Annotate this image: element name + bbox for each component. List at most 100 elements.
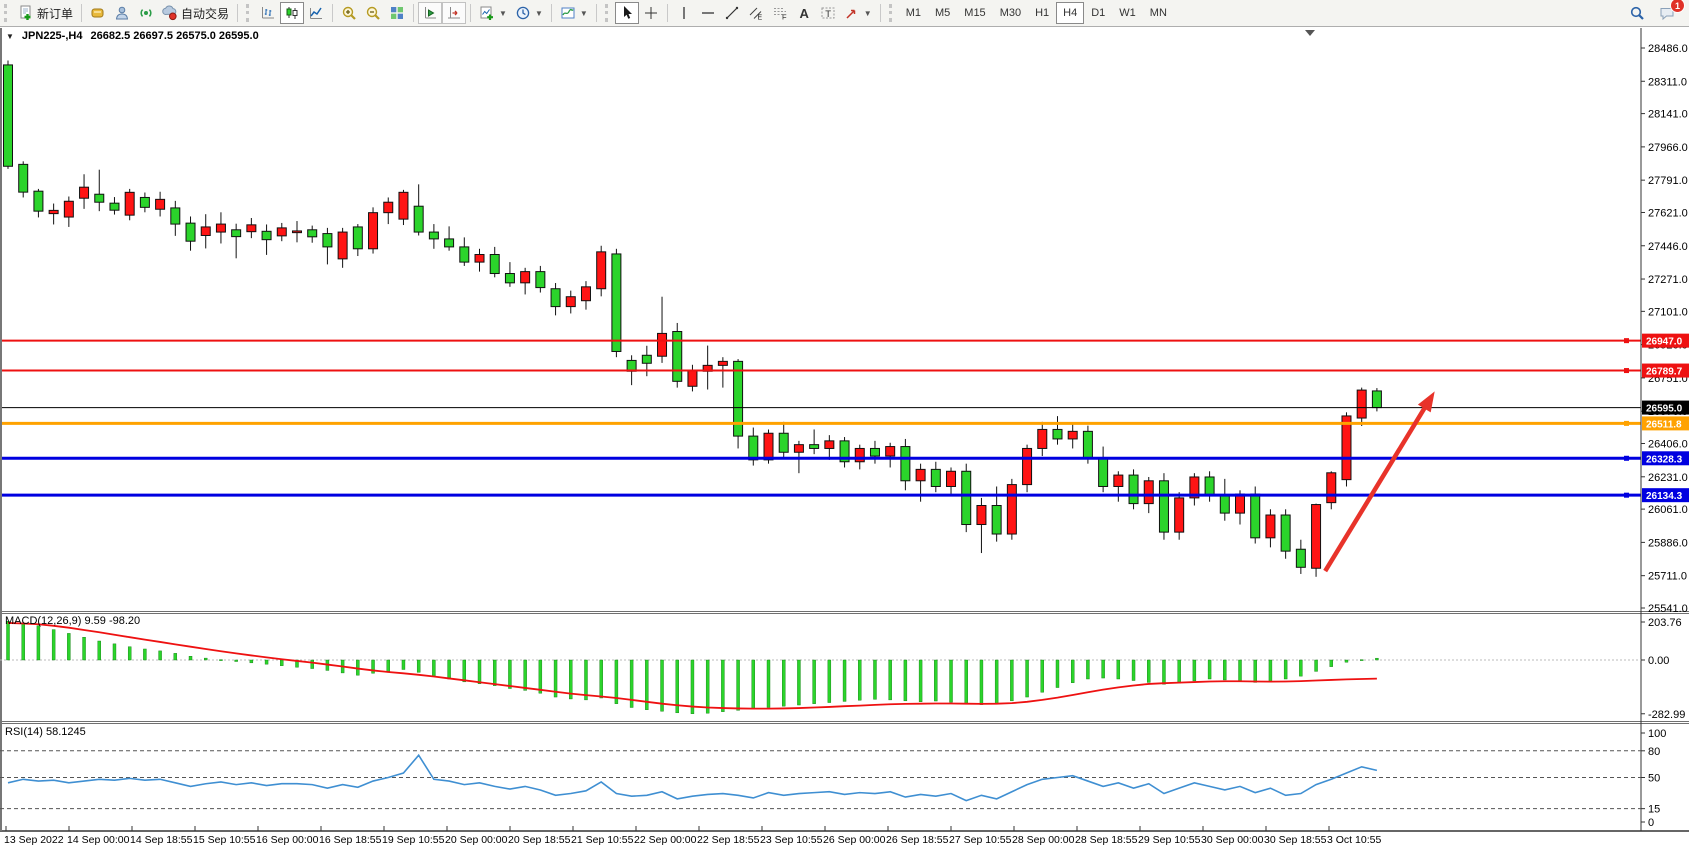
crosshair-button[interactable]: [639, 2, 663, 24]
candle: [688, 370, 697, 386]
chevron-down-icon[interactable]: ▼: [535, 9, 543, 18]
timeframe-m5-button[interactable]: M5: [928, 2, 957, 24]
profile-button[interactable]: [110, 2, 134, 24]
timeframe-m15-button[interactable]: M15: [957, 2, 992, 24]
time-tick: 26 Sep 00:00: [823, 834, 886, 846]
timeframe-m30-button[interactable]: M30: [993, 2, 1028, 24]
timeframe-h4-button[interactable]: H4: [1056, 2, 1084, 24]
candle: [34, 191, 43, 211]
candle: [825, 441, 834, 449]
zoom-in-button[interactable]: [337, 2, 361, 24]
line-chart-button[interactable]: [304, 2, 328, 24]
trendline-button[interactable]: [720, 2, 744, 24]
rsi-tick: 80: [1648, 746, 1660, 758]
indicators-button[interactable]: ▼: [556, 2, 592, 24]
bar-chart-button[interactable]: [256, 2, 280, 24]
price-tick: 27966.0: [1648, 142, 1688, 154]
candle: [171, 208, 180, 224]
cursor-button[interactable]: [615, 2, 639, 24]
hline-handle[interactable]: [1624, 493, 1629, 498]
toolbar-right-group: 1: [1625, 2, 1689, 24]
time-tick: 16 Sep 00:00: [256, 834, 319, 846]
candle: [521, 272, 530, 283]
candle: [673, 332, 682, 382]
chevron-down-icon[interactable]: ▼: [864, 9, 872, 18]
hline-handle[interactable]: [1624, 421, 1629, 426]
search-button[interactable]: [1625, 2, 1649, 24]
gold-seal-button[interactable]: [86, 2, 110, 24]
timeframe-d1-button[interactable]: D1: [1084, 2, 1112, 24]
autotrade-icon: [162, 5, 178, 21]
candle: [125, 192, 134, 215]
price-tag-label: 26789.7: [1646, 367, 1683, 378]
signal-button[interactable]: [134, 2, 158, 24]
chevron-down-icon[interactable]: ▼: [580, 9, 588, 18]
vertical-line-button[interactable]: [672, 2, 696, 24]
fibonacci-button[interactable]: F: [768, 2, 792, 24]
autotrade-button[interactable]: 自动交易: [158, 2, 233, 24]
candle: [140, 197, 149, 207]
price-tick: 27101.0: [1648, 306, 1688, 318]
hline-handle[interactable]: [1624, 368, 1629, 373]
notifications-button[interactable]: 1: [1655, 2, 1679, 24]
chevron-down-icon[interactable]: ▼: [499, 9, 507, 18]
rsi-name: RSI(14): [5, 726, 43, 738]
toolbar-drag-handle[interactable]: [889, 4, 895, 22]
text-label-button[interactable]: T: [816, 2, 840, 24]
timeframe-m1-button[interactable]: M1: [899, 2, 928, 24]
auto-scroll-button[interactable]: [442, 2, 466, 24]
timeframe-mn-button[interactable]: MN: [1143, 2, 1174, 24]
arrows-button[interactable]: ▼: [840, 2, 876, 24]
toolbar-drag-handle[interactable]: [4, 4, 10, 22]
price-tick: 27621.0: [1648, 207, 1688, 219]
chart-canvas[interactable]: 28486.028311.028141.027966.027791.027621…: [0, 0, 1689, 853]
candle: [612, 254, 621, 352]
price-tick: 28141.0: [1648, 109, 1688, 121]
timeframe-w1-button[interactable]: W1: [1112, 2, 1143, 24]
time-tick: 20 Sep 00:00: [445, 834, 508, 846]
toolbar-separator: [81, 4, 82, 22]
candle: [338, 232, 347, 259]
hline-handle[interactable]: [1624, 338, 1629, 343]
zoom-out-button[interactable]: [361, 2, 385, 24]
time-tick: 14 Sep 00:00: [67, 834, 130, 846]
cursor-icon: [619, 5, 635, 21]
tile-windows-button[interactable]: [385, 2, 409, 24]
candle: [1007, 485, 1016, 534]
candle: [95, 194, 104, 202]
candle: [931, 469, 940, 486]
candle: [1372, 391, 1381, 408]
candle: [718, 361, 727, 365]
bar-chart-icon: [260, 5, 276, 21]
horizontal-line-button[interactable]: [696, 2, 720, 24]
new-chart-button[interactable]: ▼: [475, 2, 511, 24]
candlestick-chart-button[interactable]: [280, 2, 304, 24]
time-tick: 26 Sep 18:55: [886, 834, 949, 846]
hline-handle[interactable]: [1624, 456, 1629, 461]
candle: [962, 471, 971, 524]
candle: [1114, 475, 1123, 486]
time-tick: 30 Sep 00:00: [1201, 834, 1264, 846]
candle: [551, 289, 560, 307]
rsi-indicator-label: RSI(14) 58.1245: [5, 726, 86, 738]
candle: [475, 255, 484, 263]
new-order-doc-icon: [18, 5, 34, 21]
price-tag-label: 26947.0: [1646, 337, 1683, 348]
toolbar-drag-handle[interactable]: [246, 4, 252, 22]
text-button[interactable]: A: [792, 2, 816, 24]
symbol-dropdown-icon[interactable]: ▼: [6, 32, 14, 41]
rsi-tick: 100: [1648, 728, 1666, 740]
equidistant-channel-button[interactable]: E: [744, 2, 768, 24]
search-icon: [1629, 5, 1645, 21]
new-order-doc-button[interactable]: 新订单: [14, 2, 77, 24]
chart-shift-button[interactable]: [418, 2, 442, 24]
candle: [901, 447, 910, 481]
candle: [581, 287, 590, 301]
candle: [292, 231, 301, 233]
candle: [186, 223, 195, 241]
timeframe-h1-button[interactable]: H1: [1028, 2, 1056, 24]
toolbar-drag-handle[interactable]: [605, 4, 611, 22]
candle: [1068, 431, 1077, 439]
period-clock-button[interactable]: ▼: [511, 2, 547, 24]
price-tick: 26231.0: [1648, 472, 1688, 484]
